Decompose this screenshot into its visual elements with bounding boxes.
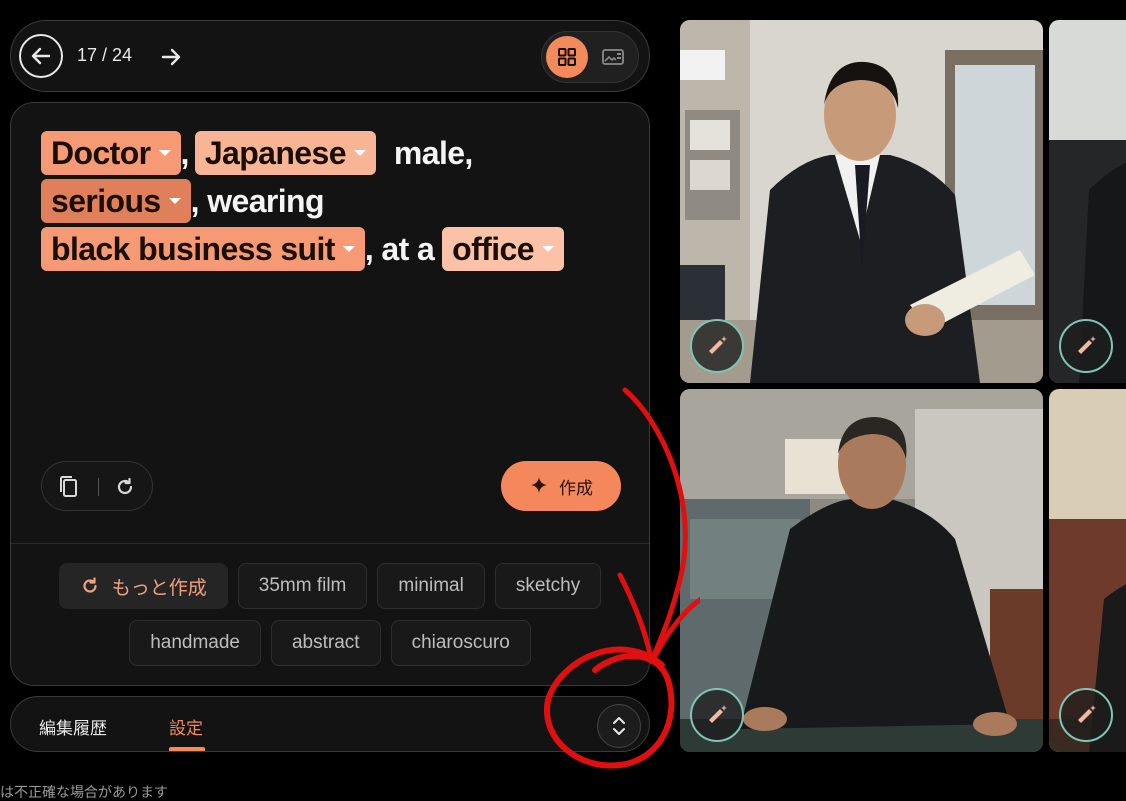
prompt-chip-clothing[interactable]: black business suit <box>41 227 365 271</box>
chip-label: serious <box>51 182 161 219</box>
view-toggle <box>541 31 639 83</box>
caret-down-icon <box>168 198 181 204</box>
prompt-chip-ethnicity[interactable]: Japanese <box>194 131 376 175</box>
prompt-separator: , <box>180 134 190 171</box>
grid-icon <box>558 48 576 66</box>
prompt-line: serious , wearing <box>41 179 325 223</box>
edit-image-button[interactable] <box>1059 688 1113 742</box>
top-nav-bar: 17 / 24 <box>10 20 650 92</box>
grid-view-button[interactable] <box>546 36 588 78</box>
tab-settings[interactable]: 設定 <box>169 714 203 739</box>
chip-label: office <box>452 230 534 267</box>
style-chip-35mm-film[interactable]: 35mm film <box>237 563 368 609</box>
chip-label: Japanese <box>204 134 347 171</box>
edit-image-button[interactable] <box>690 319 744 373</box>
prompt-chip-location[interactable]: office <box>442 227 564 271</box>
style-chip-chiaroscuro[interactable]: chiaroscuro <box>390 620 531 666</box>
caret-down-icon <box>342 246 355 252</box>
style-chip-minimal[interactable]: minimal <box>377 563 485 609</box>
prompt-text-fragment: male, <box>393 134 473 171</box>
chip-label: Doctor <box>51 134 151 171</box>
reset-button[interactable] <box>112 474 138 500</box>
magic-wand-icon <box>709 336 727 354</box>
active-tab-indicator <box>169 747 205 751</box>
single-view-button[interactable] <box>600 44 626 70</box>
reset-icon <box>117 477 133 495</box>
refresh-icon <box>83 577 97 593</box>
magic-wand-icon <box>1078 336 1096 354</box>
caret-down-icon <box>353 150 366 156</box>
magic-wand-icon <box>1078 705 1096 723</box>
arrow-right-icon <box>161 48 181 66</box>
tab-edit-history[interactable]: 編集履歴 <box>39 714 107 739</box>
copy-button[interactable] <box>56 474 82 500</box>
caret-down-icon <box>158 150 171 156</box>
forward-button[interactable] <box>157 43 185 71</box>
prompt-text-fragment: , wearing <box>190 182 325 219</box>
prompt-line: Doctor , Japanese male, <box>41 131 473 175</box>
generated-image[interactable] <box>1049 20 1126 383</box>
more-create-button[interactable]: もっと作成 <box>58 563 228 609</box>
generated-image[interactable] <box>680 20 1043 383</box>
style-chip-handmade[interactable]: handmade <box>129 620 261 666</box>
page-counter: 17 / 24 <box>77 45 133 65</box>
arrow-left-icon <box>31 47 51 65</box>
prompt-chip-expression[interactable]: serious <box>41 179 191 223</box>
image-details-icon <box>602 49 624 65</box>
tool-divider <box>98 478 99 496</box>
generated-image[interactable] <box>680 389 1043 752</box>
copy-icon <box>60 476 77 497</box>
magic-wand-icon <box>709 705 727 723</box>
generated-image[interactable] <box>1049 389 1126 752</box>
disclaimer-text: は不正確な場合があります <box>0 784 168 800</box>
edit-image-button[interactable] <box>1059 319 1113 373</box>
prompt-chip-occupation[interactable]: Doctor <box>41 131 181 175</box>
more-create-label: もっと作成 <box>111 577 207 599</box>
caret-down-icon <box>541 246 554 252</box>
style-chip-abstract[interactable]: abstract <box>270 620 381 666</box>
prompt-text-fragment: , at a <box>364 230 435 267</box>
prompt-tools <box>41 461 153 511</box>
prompt-line: black business suit , at a office <box>41 227 564 271</box>
red-annotation-arrow-circle <box>543 387 700 769</box>
chip-label: black business suit <box>51 230 335 267</box>
back-button[interactable] <box>19 34 63 78</box>
